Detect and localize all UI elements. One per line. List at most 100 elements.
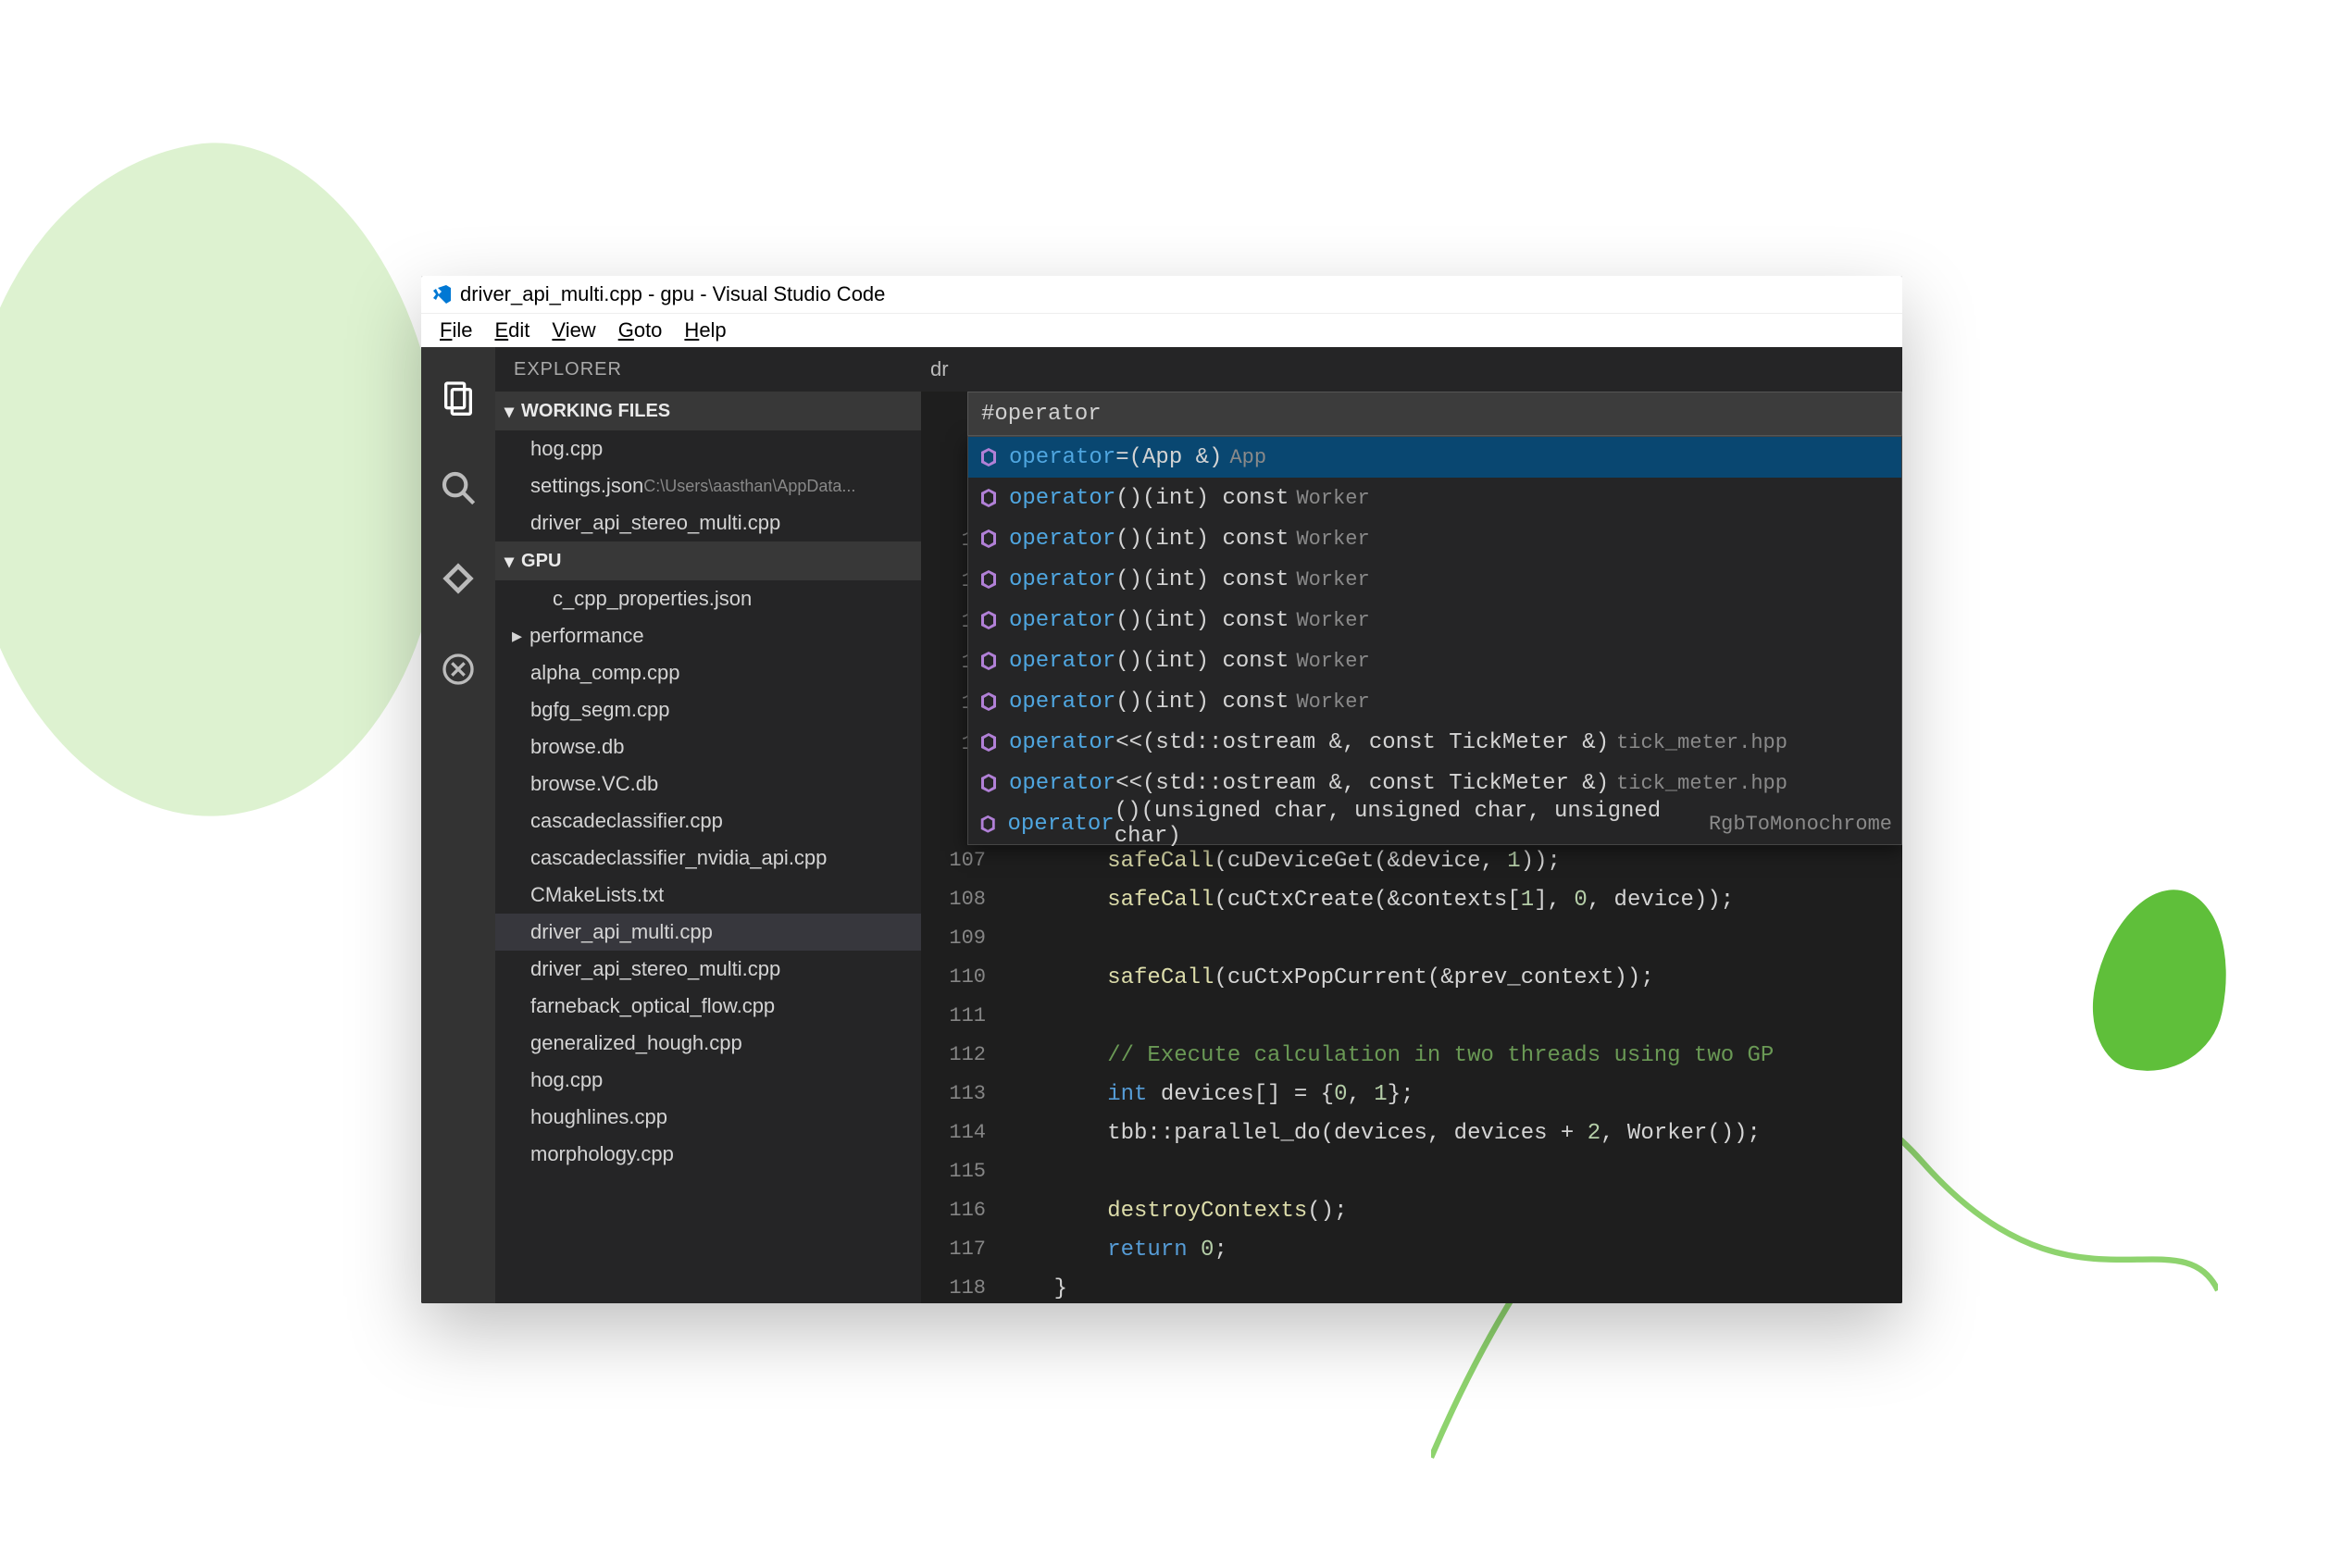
source-control-icon[interactable] (436, 556, 480, 601)
suggestion-context: App (1229, 446, 1266, 469)
method-icon (978, 609, 1000, 631)
line-number: 114 (921, 1121, 1001, 1144)
decorative-leaf (2080, 877, 2246, 1086)
menu-goto[interactable]: Goto (607, 315, 674, 346)
title-bar: driver_api_multi.cpp - gpu - Visual Stud… (421, 276, 1902, 313)
file-tree-item[interactable]: browse.db (495, 728, 921, 765)
editor-area: dr #operator operator=(App &)Appoperator… (921, 347, 1902, 1303)
suggestion-item[interactable]: operator()(unsigned char, unsigned char,… (968, 803, 1901, 844)
code-line[interactable]: safeCall(cuCtxPopCurrent(&prev_context))… (1001, 965, 1902, 990)
file-name: cascadeclassifier_nvidia_api.cpp (530, 846, 827, 870)
suggestion-signature: =(App &) (1115, 445, 1222, 470)
suggestion-keyword: operator (1009, 486, 1115, 511)
method-icon (978, 813, 998, 835)
suggestion-context: Worker (1296, 691, 1369, 714)
file-tree-item[interactable]: morphology.cpp (495, 1136, 921, 1173)
working-file-item[interactable]: settings.json C:\Users\aasthan\AppData..… (495, 467, 921, 504)
line-number: 112 (921, 1043, 1001, 1066)
menu-help[interactable]: Help (673, 315, 737, 346)
file-tree-item[interactable]: c_cpp_properties.json (495, 580, 921, 617)
tab-strip: dr (921, 347, 1902, 392)
chevron-down-icon: ▾ (504, 400, 514, 423)
suggestion-context: Worker (1296, 528, 1369, 551)
file-tree-item[interactable]: browse.VC.db (495, 765, 921, 803)
method-icon (978, 446, 1000, 468)
explorer-title: EXPLORER (495, 347, 921, 392)
working-files-header[interactable]: ▾ WORKING FILES (495, 392, 921, 430)
symbol-search-value: #operator (981, 402, 1102, 427)
suggestion-context: RgbToMonochrome (1709, 813, 1892, 836)
menu-view[interactable]: View (541, 315, 606, 346)
chevron-right-icon: ▸ (512, 624, 522, 648)
file-name: driver_api_stereo_multi.cpp (530, 957, 780, 981)
code-line[interactable]: // Execute calculation in two threads us… (1001, 1043, 1902, 1068)
suggestion-item[interactable]: operator()(int) constWorker (968, 559, 1901, 600)
line-number: 113 (921, 1082, 1001, 1105)
suggestion-keyword: operator (1007, 812, 1114, 837)
suggestion-item[interactable]: operator()(int) constWorker (968, 681, 1901, 722)
line-number: 108 (921, 888, 1001, 911)
suggestion-item[interactable]: operator()(int) constWorker (968, 641, 1901, 681)
file-tree-item[interactable]: bgfg_segm.cpp (495, 691, 921, 728)
code-line[interactable]: int devices[] = {0, 1}; (1001, 1082, 1902, 1107)
line-number: 109 (921, 927, 1001, 950)
code-line[interactable]: safeCall(cuDeviceGet(&device, 1)); (1001, 849, 1902, 874)
working-file-item[interactable]: driver_api_stereo_multi.cpp (495, 504, 921, 541)
file-name: farneback_optical_flow.cpp (530, 994, 775, 1018)
search-icon[interactable] (436, 466, 480, 510)
file-tree-item[interactable]: cascadeclassifier_nvidia_api.cpp (495, 840, 921, 877)
file-tree-item[interactable]: hog.cpp (495, 1062, 921, 1099)
menu-file[interactable]: File (429, 315, 483, 346)
code-area[interactable]: #operator operator=(App &)Appoperator()(… (921, 392, 1902, 1303)
code-line[interactable]: safeCall(cuCtxCreate(&contexts[1], 0, de… (1001, 888, 1902, 913)
activity-bar (421, 347, 495, 1303)
suggestion-context: Worker (1296, 650, 1369, 673)
suggestion-item[interactable]: operator()(int) constWorker (968, 478, 1901, 518)
file-tree-item[interactable]: generalized_hough.cpp (495, 1025, 921, 1062)
suggestion-item[interactable]: operator<<(std::ostream &, const TickMet… (968, 722, 1901, 763)
debug-icon[interactable] (436, 647, 480, 691)
working-file-item[interactable]: hog.cpp (495, 430, 921, 467)
suggestion-item[interactable]: operator()(int) constWorker (968, 518, 1901, 559)
folder-tree-item[interactable]: ▸ performance (495, 617, 921, 654)
file-name: alpha_comp.cpp (530, 661, 679, 685)
suggestion-context: Worker (1296, 487, 1369, 510)
code-line[interactable]: tbb::parallel_do(devices, devices + 2, W… (1001, 1121, 1902, 1146)
window-title: driver_api_multi.cpp - gpu - Visual Stud… (460, 282, 885, 306)
file-tree-item[interactable]: driver_api_stereo_multi.cpp (495, 951, 921, 988)
suggestion-signature: <<(std::ostream &, const TickMeter &) (1115, 730, 1609, 755)
file-name: driver_api_multi.cpp (530, 920, 713, 944)
suggestion-keyword: operator (1009, 771, 1115, 796)
project-label: GPU (521, 551, 561, 572)
symbol-search-input[interactable]: #operator (967, 392, 1902, 436)
file-tree-item[interactable]: CMakeLists.txt (495, 877, 921, 914)
method-icon (978, 691, 1000, 713)
file-tree-item[interactable]: alpha_comp.cpp (495, 654, 921, 691)
code-line[interactable]: destroyContexts(); (1001, 1199, 1902, 1224)
explorer-icon[interactable] (436, 375, 480, 419)
line-number: 107 (921, 849, 1001, 872)
method-icon (978, 568, 1000, 591)
menu-edit[interactable]: Edit (483, 315, 541, 346)
file-name: houghlines.cpp (530, 1105, 667, 1129)
project-header[interactable]: ▾ GPU (495, 541, 921, 580)
vscode-window: driver_api_multi.cpp - gpu - Visual Stud… (421, 276, 1902, 1303)
file-name: performance (529, 624, 644, 648)
method-icon (978, 772, 1000, 794)
suggestion-item[interactable]: operator=(App &) App (968, 437, 1901, 478)
method-icon (978, 731, 1000, 753)
suggestion-item[interactable]: operator<<(std::ostream &, const TickMet… (968, 763, 1901, 803)
file-name: generalized_hough.cpp (530, 1031, 742, 1055)
suggestion-keyword: operator (1009, 690, 1115, 715)
file-tree-item[interactable]: driver_api_multi.cpp (495, 914, 921, 951)
code-line[interactable]: return 0; (1001, 1238, 1902, 1263)
chevron-down-icon: ▾ (504, 550, 514, 573)
suggestion-item[interactable]: operator()(int) constWorker (968, 600, 1901, 641)
file-tree-item[interactable]: houghlines.cpp (495, 1099, 921, 1136)
suggestion-keyword: operator (1009, 445, 1115, 470)
code-line[interactable]: } (1001, 1276, 1902, 1301)
file-path-hint: C:\Users\aasthan\AppData... (643, 477, 855, 496)
file-tree-item[interactable]: farneback_optical_flow.cpp (495, 988, 921, 1025)
method-icon (978, 487, 1000, 509)
file-tree-item[interactable]: cascadeclassifier.cpp (495, 803, 921, 840)
